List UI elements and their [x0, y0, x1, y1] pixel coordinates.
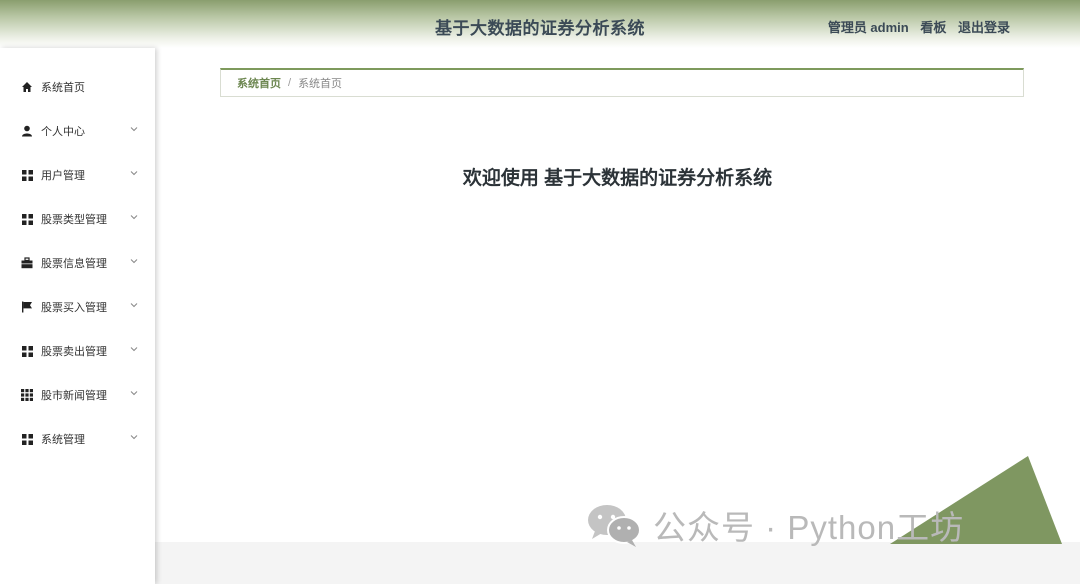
breadcrumb-home-link[interactable]: 系统首页 — [237, 75, 281, 91]
chevron-down-icon — [130, 127, 138, 132]
admin-label: 管理员 admin — [827, 20, 909, 35]
chevron-down-icon — [130, 171, 138, 176]
chevron-down-icon — [130, 303, 138, 308]
chevron-down-icon — [130, 259, 138, 264]
sidebar-item-label: 股票买入管理 — [41, 302, 107, 314]
chevron-down-icon — [130, 391, 138, 396]
grid-icon — [20, 432, 34, 446]
welcome-heading: 欢迎使用 基于大数据的证券分析系统 — [462, 168, 773, 189]
sidebar: 系统首页 个人中心 用户管理 股票类型管理 股票信息管理 股票买入管理 股票卖出… — [0, 48, 155, 584]
home-icon — [20, 80, 34, 94]
grid-icon — [20, 168, 34, 182]
sidebar-item-profile[interactable]: 个人中心 — [0, 116, 155, 146]
sidebar-item-label: 系统首页 — [41, 82, 85, 94]
wechat-icon — [588, 505, 641, 547]
sidebar-item-system[interactable]: 系统管理 — [0, 424, 155, 454]
grid-icon — [20, 344, 34, 358]
sidebar-item-stock-buy[interactable]: 股票买入管理 — [0, 292, 155, 322]
top-header: 基于大数据的证券分析系统 管理员 admin 看板 退出登录 — [0, 0, 1080, 48]
board-link[interactable]: 看板 — [920, 20, 946, 35]
sidebar-item-stock-types[interactable]: 股票类型管理 — [0, 204, 155, 234]
sidebar-item-label: 股票卖出管理 — [41, 346, 107, 358]
sidebar-item-news[interactable]: 股市新闻管理 — [0, 380, 155, 410]
chevron-down-icon — [130, 435, 138, 440]
sidebar-item-label: 股市新闻管理 — [41, 390, 107, 402]
breadcrumb: 系统首页 / 系统首页 — [220, 68, 1024, 97]
sidebar-item-stock-info[interactable]: 股票信息管理 — [0, 248, 155, 278]
flag-icon — [20, 300, 34, 314]
breadcrumb-current: 系统首页 — [298, 78, 343, 90]
watermark-text: 公众号 · Python工坊 — [653, 509, 965, 546]
sidebar-item-stock-sell[interactable]: 股票卖出管理 — [0, 336, 155, 366]
sidebar-item-home[interactable]: 系统首页 — [0, 72, 155, 102]
user-icon — [20, 124, 34, 138]
sidebar-item-label: 股票信息管理 — [41, 258, 107, 270]
chevron-down-icon — [130, 347, 138, 352]
sidebar-item-label: 用户管理 — [41, 170, 85, 182]
sidebar-item-users[interactable]: 用户管理 — [0, 160, 155, 190]
chevron-down-icon — [130, 215, 138, 220]
user-area: 管理员 admin 看板 退出登录 — [828, 17, 1010, 36]
sidebar-item-label: 股票类型管理 — [41, 214, 107, 226]
briefcase-icon — [20, 256, 34, 270]
sidebar-item-label: 系统管理 — [41, 434, 85, 446]
sidebar-item-label: 个人中心 — [41, 126, 85, 138]
grid-icon — [20, 212, 34, 226]
watermark: 公众号 · Python工坊 — [585, 500, 964, 550]
apps-icon — [20, 388, 34, 402]
logout-link[interactable]: 退出登录 — [958, 20, 1010, 35]
breadcrumb-separator: / — [288, 77, 292, 89]
